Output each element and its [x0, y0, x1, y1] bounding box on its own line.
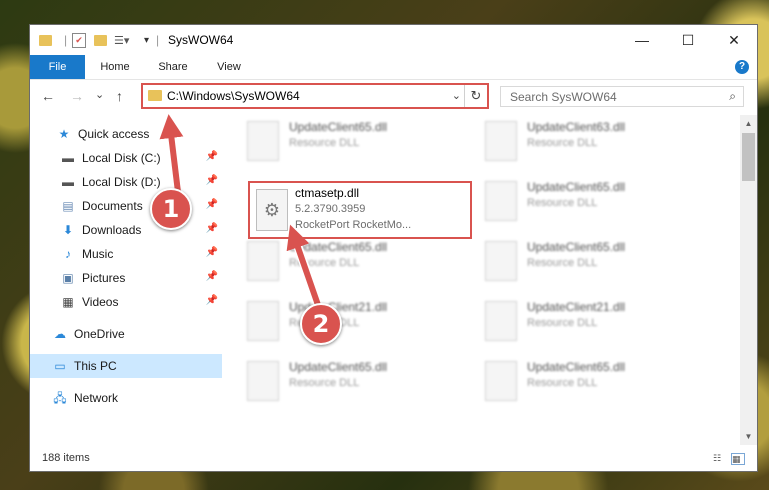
step-1-badge: 1	[150, 188, 192, 230]
callout-arrows	[159, 114, 323, 307]
arrow-2	[286, 224, 321, 306]
step-2-badge: 2	[300, 303, 342, 345]
arrow-1	[159, 114, 184, 193]
